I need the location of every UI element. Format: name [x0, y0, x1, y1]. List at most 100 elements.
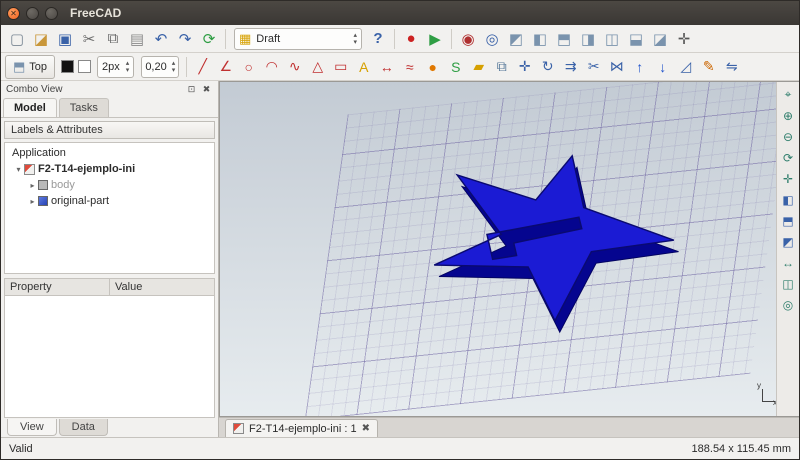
nav-pan-icon[interactable]: ✛ — [779, 169, 798, 188]
draft-scale-icon[interactable]: ◿ — [674, 55, 697, 79]
draft-trimex-icon[interactable]: ✂ — [582, 55, 605, 79]
labels-attributes-header[interactable]: Labels & Attributes — [4, 121, 215, 139]
nav-fit-icon[interactable]: ⌖ — [779, 85, 798, 104]
tab-close-icon[interactable]: ✖ — [362, 423, 370, 434]
draft-arc-icon[interactable]: ◠ — [260, 55, 283, 79]
draft-shapestring-icon[interactable]: S — [444, 55, 467, 79]
draft-point-icon[interactable]: ● — [421, 55, 444, 79]
face-color-swatch[interactable] — [78, 60, 91, 73]
axis-cross-icon[interactable]: ✛ — [672, 27, 696, 51]
collapse-arrow-icon[interactable]: ▸ — [27, 197, 38, 206]
axis-indicator: x y — [753, 386, 773, 406]
draft-polygon-icon[interactable]: △ — [306, 55, 329, 79]
draft-edit-icon[interactable]: ✎ — [697, 55, 720, 79]
macro-record-icon[interactable]: ● — [399, 27, 423, 51]
save-file-icon[interactable]: ▣ — [53, 27, 77, 51]
document-icon — [24, 164, 35, 175]
paste-icon[interactable]: ▤ — [125, 27, 149, 51]
draft-downgrade-icon[interactable]: ↓ — [651, 55, 674, 79]
dimension-readout: 188.54 x 115.45 mm — [692, 443, 791, 455]
draft-dimension-icon[interactable]: ↔ — [375, 55, 398, 79]
draw-style-icon[interactable]: ◎ — [480, 27, 504, 51]
tab-model[interactable]: Model — [3, 98, 57, 117]
value-column-header[interactable]: Value — [110, 279, 214, 295]
tree-item-document[interactable]: ▾ F2-T14-ejemplo-ini — [5, 161, 214, 177]
property-table-body[interactable] — [4, 295, 215, 418]
new-file-icon[interactable]: ▢ — [5, 27, 29, 51]
model-tree: Application ▾ F2-T14-ejemplo-ini ▸ body … — [4, 142, 215, 274]
view-bottom-icon[interactable]: ⬓ — [624, 27, 648, 51]
draft-join-icon[interactable]: ⋈ — [605, 55, 628, 79]
document-tab[interactable]: F2-T14-ejemplo-ini : 1 ✖ — [225, 419, 378, 437]
fit-all-icon[interactable]: ◉ — [456, 27, 480, 51]
tab-view[interactable]: View — [7, 419, 57, 436]
axis-y-label: y — [757, 381, 761, 390]
window-minimize-button[interactable] — [26, 7, 39, 20]
property-table-header: Property Value — [4, 278, 215, 295]
draft-rotate-icon[interactable]: ↻ — [536, 55, 559, 79]
nav-clip-icon[interactable]: ◫ — [779, 274, 798, 293]
draft-move-icon[interactable]: ✛ — [513, 55, 536, 79]
draft-upgrade-icon[interactable]: ↑ — [628, 55, 651, 79]
combo-arrows-icon: ▴▾ — [353, 32, 357, 46]
scale-spinbox[interactable]: 0,20 ▴▾ — [141, 56, 179, 78]
whatsthis-icon[interactable]: ? — [366, 27, 390, 51]
view-front-icon[interactable]: ◧ — [528, 27, 552, 51]
nav-rotate-icon[interactable]: ⟳ — [779, 148, 798, 167]
workbench-selector[interactable]: ▦ Draft ▴▾ — [234, 28, 362, 50]
nav-style-icon[interactable]: ◎ — [779, 295, 798, 314]
draft-offset-icon[interactable]: ⇉ — [559, 55, 582, 79]
tree-item-original-part[interactable]: ▸ original-part — [5, 193, 214, 209]
plane-top-icon: ⬒ — [13, 59, 25, 75]
refresh-icon[interactable]: ⟳ — [197, 27, 221, 51]
draft-bspline-icon[interactable]: ∿ — [283, 55, 306, 79]
draft-polyline-icon[interactable]: ∠ — [214, 55, 237, 79]
copy-icon[interactable]: ⧉ — [101, 27, 125, 51]
view-right-icon[interactable]: ◨ — [576, 27, 600, 51]
body-icon — [38, 180, 48, 190]
collapse-arrow-icon[interactable]: ▸ — [27, 181, 38, 190]
nav-measure-icon[interactable]: ↔ — [779, 253, 798, 272]
draft-bezier-icon[interactable]: ≈ — [398, 55, 421, 79]
nav-zoom-out-icon[interactable]: ⊖ — [779, 127, 798, 146]
tree-item-body[interactable]: ▸ body — [5, 177, 214, 193]
model-star-solid[interactable] — [428, 152, 680, 336]
expand-arrow-icon[interactable]: ▾ — [13, 165, 24, 174]
panel-float-button[interactable]: ⊡ — [185, 83, 198, 96]
view-isometric-icon[interactable]: ◩ — [504, 27, 528, 51]
window-maximize-button[interactable] — [45, 7, 58, 20]
draft-facebinder-icon[interactable]: ▰ — [467, 55, 490, 79]
nav-axono-icon[interactable]: ◩ — [779, 232, 798, 251]
line-color-swatch[interactable] — [61, 60, 74, 73]
redo-icon[interactable]: ↷ — [173, 27, 197, 51]
view-nav-toolbar: ⌖ ⊕ ⊖ ⟳ ✛ ◧ ⬒ ◩ ↔ ◫ ◎ — [776, 82, 799, 416]
3d-viewport[interactable]: x y ⌖ ⊕ ⊖ ⟳ ✛ ◧ ⬒ ◩ ↔ ◫ ◎ — [219, 81, 799, 417]
draft-text-icon[interactable]: A — [352, 55, 375, 79]
nav-front-icon[interactable]: ◧ — [779, 190, 798, 209]
window-close-button[interactable]: ✕ — [7, 7, 20, 20]
working-plane-button[interactable]: ⬒ Top — [5, 55, 55, 79]
nav-top-icon[interactable]: ⬒ — [779, 211, 798, 230]
tree-root-application[interactable]: Application — [5, 145, 214, 161]
tab-tasks[interactable]: Tasks — [59, 98, 109, 117]
view-top-icon[interactable]: ⬒ — [552, 27, 576, 51]
combo-view-panel: Combo View ⊡ ✖ Model Tasks Labels & Attr… — [1, 81, 219, 437]
line-width-combo[interactable]: 2px ▴▾ — [97, 56, 134, 78]
property-column-header[interactable]: Property — [5, 279, 110, 295]
draft-mirror-icon[interactable]: ⇋ — [720, 55, 743, 79]
cut-icon[interactable]: ✂ — [77, 27, 101, 51]
draft-clone-icon[interactable]: ⧉ — [490, 55, 513, 79]
nav-zoom-in-icon[interactable]: ⊕ — [779, 106, 798, 125]
view-rear-icon[interactable]: ◫ — [600, 27, 624, 51]
draft-line-icon[interactable]: ╱ — [191, 55, 214, 79]
view-left-icon[interactable]: ◪ — [648, 27, 672, 51]
draft-circle-icon[interactable]: ○ — [237, 55, 260, 79]
undo-icon[interactable]: ↶ — [149, 27, 173, 51]
titlebar[interactable]: ✕ FreeCAD — [1, 1, 799, 25]
draft-rectangle-icon[interactable]: ▭ — [329, 55, 352, 79]
toolbar-separator — [451, 29, 452, 49]
tab-data[interactable]: Data — [59, 419, 108, 436]
panel-close-button[interactable]: ✖ — [200, 83, 213, 96]
open-file-icon[interactable]: ◪ — [29, 27, 53, 51]
macro-play-icon[interactable]: ▶ — [423, 27, 447, 51]
